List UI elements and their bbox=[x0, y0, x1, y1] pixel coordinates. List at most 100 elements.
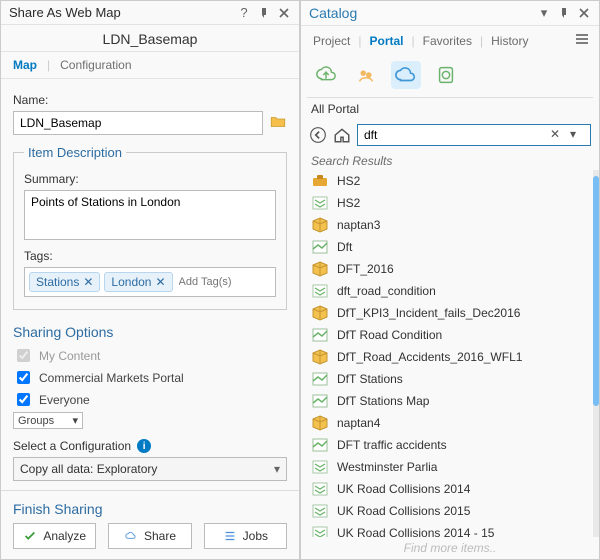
package-icon bbox=[311, 304, 329, 322]
tag-item[interactable]: Stations ✕ bbox=[29, 272, 100, 292]
tile-livingatlas[interactable] bbox=[431, 61, 461, 89]
tag-add-input[interactable] bbox=[177, 275, 271, 289]
tab-separator: | bbox=[43, 58, 54, 72]
analyze-button[interactable]: Analyze bbox=[13, 523, 96, 549]
result-item[interactable]: DfT Road Condition bbox=[311, 324, 593, 346]
item-description-group: Item Description Summary: Tags: Stations… bbox=[13, 145, 287, 310]
result-label: DfT_Road_Accidents_2016_WFL1 bbox=[337, 350, 522, 364]
browse-folder-icon[interactable] bbox=[269, 113, 287, 134]
map-icon bbox=[311, 326, 329, 344]
share-label: Share bbox=[144, 529, 176, 543]
scrollbar[interactable] bbox=[593, 170, 599, 537]
dropdown-icon[interactable]: ▾ bbox=[537, 6, 551, 20]
package-icon bbox=[311, 260, 329, 278]
result-item[interactable]: DfT_Road_Accidents_2016_WFL1 bbox=[311, 346, 593, 368]
tile-allportal[interactable] bbox=[391, 61, 421, 89]
result-label: HS2 bbox=[337, 196, 360, 210]
package-icon bbox=[311, 414, 329, 432]
share-button[interactable]: Share bbox=[108, 523, 191, 549]
tab-portal[interactable]: Portal bbox=[365, 32, 407, 50]
result-item[interactable]: DFT traffic accidents bbox=[311, 434, 593, 456]
scrollbar-thumb[interactable] bbox=[593, 176, 599, 406]
layer-icon bbox=[311, 282, 329, 300]
tab-history[interactable]: History bbox=[487, 32, 532, 50]
result-item[interactable]: naptan3 bbox=[311, 214, 593, 236]
tile-groups[interactable] bbox=[351, 61, 381, 89]
result-item[interactable]: DfT Stations Map bbox=[311, 390, 593, 412]
catalog-pane: Catalog ▾ Project | Portal | Favorites |… bbox=[300, 0, 600, 560]
tab-project[interactable]: Project bbox=[309, 32, 354, 50]
summary-input[interactable] bbox=[24, 190, 276, 240]
package-icon bbox=[311, 216, 329, 234]
result-label: Dft bbox=[337, 240, 352, 254]
result-item[interactable]: dft_road_condition bbox=[311, 280, 593, 302]
help-icon[interactable]: ? bbox=[237, 6, 251, 20]
share-subtitle: LDN_Basemap bbox=[1, 25, 299, 52]
find-more-link[interactable]: Find more items.. bbox=[301, 537, 599, 559]
info-icon[interactable]: i bbox=[137, 439, 151, 453]
menu-icon[interactable] bbox=[573, 30, 591, 51]
chk-mycontent-label: My Content bbox=[39, 349, 100, 363]
results-area: HS2 HS2 naptan3 Dft DFT_2016 dft_road_conditi… bbox=[301, 170, 599, 537]
tag-label: Stations bbox=[36, 275, 79, 289]
tags-label: Tags: bbox=[24, 249, 276, 263]
layer-icon bbox=[311, 480, 329, 498]
result-item[interactable]: HS2 bbox=[311, 170, 593, 192]
result-item[interactable]: UK Road Collisions 2014 - 15 bbox=[311, 522, 593, 537]
autohide-icon[interactable] bbox=[257, 6, 271, 20]
result-item[interactable]: Dft bbox=[311, 236, 593, 258]
map-icon bbox=[311, 392, 329, 410]
results-list[interactable]: HS2 HS2 naptan3 Dft DFT_2016 dft_road_conditi… bbox=[301, 170, 593, 537]
result-item[interactable]: naptan4 bbox=[311, 412, 593, 434]
chk-mycontent bbox=[17, 349, 30, 362]
jobs-label: Jobs bbox=[243, 529, 268, 543]
close-icon[interactable] bbox=[277, 6, 291, 20]
tile-mycontent[interactable] bbox=[311, 61, 341, 89]
tag-label: London bbox=[111, 275, 151, 289]
search-input[interactable] bbox=[362, 127, 550, 143]
name-input[interactable] bbox=[13, 111, 263, 135]
layer-icon bbox=[311, 502, 329, 520]
chk-everyone-label: Everyone bbox=[39, 393, 90, 407]
result-item[interactable]: Westminster Parlia bbox=[311, 456, 593, 478]
tag-remove-icon[interactable]: ✕ bbox=[83, 275, 93, 289]
tag-remove-icon[interactable]: ✕ bbox=[155, 275, 165, 289]
result-label: UK Road Collisions 2014 - 15 bbox=[337, 526, 494, 537]
search-box: ✕ ▾ bbox=[357, 124, 591, 146]
toolbox-icon bbox=[311, 172, 329, 190]
map-icon bbox=[311, 436, 329, 454]
finish-sharing: Finish Sharing Analyze Share Jobs bbox=[1, 490, 299, 559]
tag-item[interactable]: London ✕ bbox=[104, 272, 172, 292]
catalog-source-tiles bbox=[301, 55, 599, 97]
chevron-down-icon[interactable]: ▾ bbox=[570, 127, 586, 143]
chk-portal-label: Commercial Markets Portal bbox=[39, 371, 184, 385]
clear-icon[interactable]: ✕ bbox=[550, 127, 566, 143]
home-icon[interactable] bbox=[333, 126, 351, 144]
autohide-icon[interactable] bbox=[557, 6, 571, 20]
jobs-button[interactable]: Jobs bbox=[204, 523, 287, 549]
chk-everyone[interactable] bbox=[17, 393, 30, 406]
result-item[interactable]: DfT_KPI3_Incident_fails_Dec2016 bbox=[311, 302, 593, 324]
tags-input[interactable]: Stations ✕ London ✕ bbox=[24, 267, 276, 297]
configuration-select[interactable]: Copy all data: Exploratory ▾ bbox=[13, 457, 287, 481]
chk-portal[interactable] bbox=[17, 371, 30, 384]
catalog-title: Catalog bbox=[309, 5, 531, 21]
result-item[interactable]: HS2 bbox=[311, 192, 593, 214]
back-icon[interactable] bbox=[309, 126, 327, 144]
result-item[interactable]: DFT_2016 bbox=[311, 258, 593, 280]
search-row: ✕ ▾ bbox=[301, 122, 599, 152]
map-icon bbox=[311, 370, 329, 388]
close-icon[interactable] bbox=[577, 6, 591, 20]
result-item[interactable]: UK Road Collisions 2014 bbox=[311, 478, 593, 500]
catalog-header: Catalog ▾ bbox=[301, 1, 599, 26]
tab-map[interactable]: Map bbox=[9, 56, 41, 74]
share-tabs: Map | Configuration bbox=[1, 52, 299, 79]
share-title: Share As Web Map bbox=[9, 5, 231, 20]
result-item[interactable]: UK Road Collisions 2015 bbox=[311, 500, 593, 522]
chk-portal-row: Commercial Markets Portal bbox=[13, 368, 287, 387]
result-label: dft_road_condition bbox=[337, 284, 436, 298]
groups-select[interactable]: Groups ▾ bbox=[13, 412, 83, 429]
result-item[interactable]: DfT Stations bbox=[311, 368, 593, 390]
tab-favorites[interactable]: Favorites bbox=[419, 32, 476, 50]
tab-configuration[interactable]: Configuration bbox=[56, 56, 135, 74]
